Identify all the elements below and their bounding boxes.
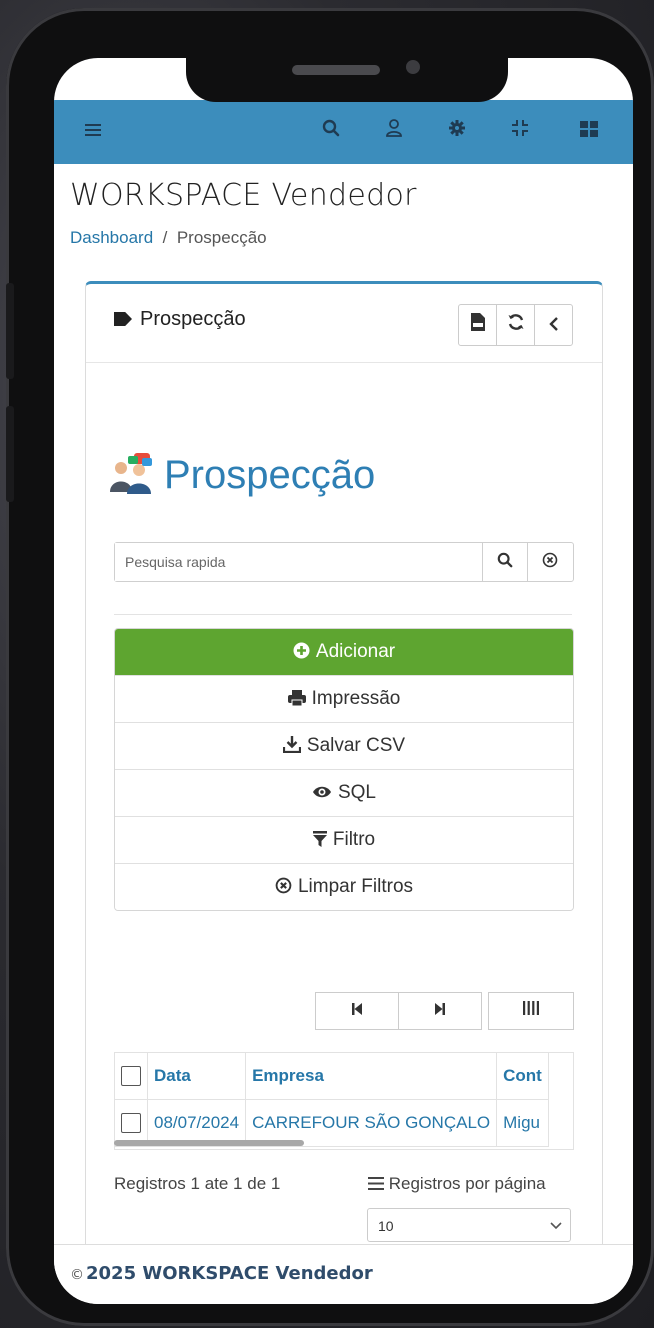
prospeccao-panel: Prospecção Prospecção Pesquisa rapida Ad… [85, 281, 603, 1285]
download-icon [282, 723, 301, 769]
columns-button[interactable] [488, 992, 574, 1030]
phone-notch [186, 58, 508, 102]
chevron-down-icon [550, 1209, 562, 1243]
sql-button-label: SQL [337, 782, 377, 803]
records-summary: Registros 1 ate 1 de 1 [114, 1174, 281, 1193]
phone-side-button [6, 406, 14, 502]
camera [406, 60, 420, 74]
panel-header: Prospecção [86, 284, 602, 363]
pager [315, 992, 482, 1030]
top-navbar [54, 100, 633, 164]
phone-frame: WORKSPACE Vendedor Dashboard / Prospecçã… [6, 8, 654, 1326]
chevron-left-icon [548, 317, 558, 331]
horizontal-scrollbar[interactable] [114, 1140, 304, 1146]
list-icon [368, 1174, 389, 1193]
save-csv-button[interactable]: Salvar CSV [115, 722, 573, 769]
column-header-data[interactable]: Data [147, 1053, 247, 1100]
first-page-button[interactable] [315, 992, 399, 1030]
csv-icon [470, 313, 485, 331]
panel-title-text: Prospecção [140, 308, 246, 330]
add-button[interactable]: Adicionar [115, 629, 573, 675]
table-header-row: Data Empresa Cont [115, 1053, 549, 1100]
tag-icon [114, 312, 132, 326]
breadcrumb-current: Prospecção [176, 228, 267, 247]
eye-icon [312, 770, 332, 816]
print-button-label: Impressão [311, 688, 401, 709]
page-title: WORKSPACE Vendedor [70, 178, 417, 213]
grid-icon[interactable] [576, 118, 602, 144]
footer-label: 2025 WORKSPACE Vendedor [86, 1263, 373, 1284]
action-list: Adicionar Impressão Salvar CSV SQL Filtr… [114, 628, 574, 911]
module-title-text: Prospecção [164, 453, 376, 497]
breadcrumb: Dashboard / Prospecção [70, 228, 267, 248]
quick-search [114, 542, 574, 582]
columns-icon [523, 1001, 539, 1015]
select-all-checkbox-cell [115, 1053, 148, 1100]
csv-export-button[interactable] [459, 305, 496, 345]
breadcrumb-separator: / [162, 228, 168, 247]
per-page-value: 10 [378, 1218, 394, 1234]
refresh-button[interactable] [496, 305, 534, 345]
collapse-button[interactable] [534, 305, 572, 345]
search-input[interactable] [115, 543, 487, 581]
clear-filters-button[interactable]: Limpar Filtros [115, 863, 573, 910]
last-page-icon [435, 1003, 445, 1015]
search-button[interactable] [482, 543, 527, 581]
per-page-label: Registros por página [368, 1174, 546, 1194]
footer: © 2025 WORKSPACE Vendedor [54, 1244, 633, 1304]
save-csv-button-label: Salvar CSV [306, 735, 406, 756]
panel-title: Prospecção [114, 308, 246, 331]
copyright-symbol: © [70, 1267, 84, 1283]
row-checkbox[interactable] [121, 1113, 141, 1134]
filter-icon [312, 817, 327, 863]
per-page-select[interactable]: 10 [367, 1208, 571, 1242]
clear-circle-icon [542, 552, 558, 568]
panel-tools [458, 304, 573, 346]
menu-icon[interactable] [80, 118, 106, 144]
per-page-label-text: Registros por página [388, 1174, 546, 1193]
clear-filters-button-label: Limpar Filtros [297, 876, 414, 897]
last-page-button[interactable] [399, 992, 482, 1030]
breadcrumb-home[interactable]: Dashboard [70, 228, 153, 247]
filter-button[interactable]: Filtro [115, 816, 573, 863]
add-button-label: Adicionar [315, 641, 396, 662]
data-table: Data Empresa Cont 08/07/2024 CARREFOUR S… [114, 1052, 574, 1150]
print-icon [287, 676, 306, 722]
search-icon [497, 552, 513, 568]
footer-text: © 2025 WORKSPACE Vendedor [70, 1263, 373, 1284]
gear-icon[interactable] [444, 118, 470, 144]
clear-search-button[interactable] [527, 543, 572, 581]
print-button[interactable]: Impressão [115, 675, 573, 722]
plus-circle-icon [293, 629, 310, 675]
prospeccao-icon [108, 452, 154, 494]
column-header-empresa[interactable]: Empresa [245, 1053, 498, 1100]
column-header-contato[interactable]: Cont [496, 1053, 549, 1100]
phone-side-button [6, 283, 14, 379]
refresh-icon [508, 314, 523, 330]
select-all-checkbox[interactable] [121, 1066, 141, 1087]
clear-circle-icon [275, 864, 292, 910]
filter-button-label: Filtro [332, 829, 376, 850]
divider [114, 614, 572, 615]
cell-contato[interactable]: Migu [496, 1099, 549, 1147]
phone-screen: WORKSPACE Vendedor Dashboard / Prospecçã… [54, 58, 633, 1304]
compress-icon[interactable] [507, 118, 533, 144]
user-icon[interactable] [381, 118, 407, 144]
module-title: Prospecção [108, 452, 375, 498]
sql-button[interactable]: SQL [115, 769, 573, 816]
search-icon[interactable] [318, 118, 344, 144]
speaker [292, 65, 380, 75]
first-page-icon [352, 1003, 362, 1015]
